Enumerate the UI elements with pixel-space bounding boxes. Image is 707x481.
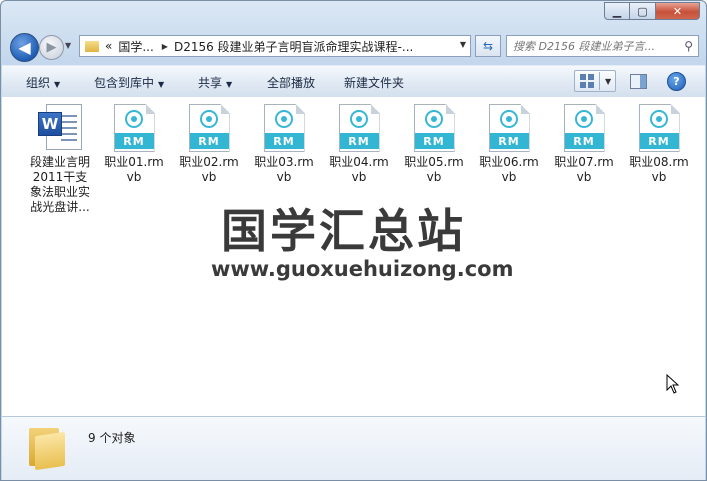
include-in-library-label: 包含到库中 [94,76,155,90]
rmvb-file-icon: RM [263,104,305,152]
view-grid-icon [580,74,594,88]
forward-button[interactable]: ▶ [39,35,64,60]
watermark-url: www.guoxuehuizong.com [211,257,514,281]
file-item[interactable]: RM 职业03.rmvb [252,104,316,185]
rmvb-file-icon: RM [188,104,230,152]
new-folder-button[interactable]: 新建文件夹 [344,74,404,91]
file-list[interactable]: W 段建业言明2011干支象法职业实战光盘讲... RM 职业01.rmvb R… [2,97,705,416]
preview-pane-button[interactable] [630,74,647,89]
file-item[interactable]: RM 职业02.rmvb [177,104,241,185]
file-item[interactable]: RM 职业08.rmvb [627,104,691,185]
word-letter: W [38,112,62,136]
explorer-window: ▁ ▢ ✕ ◀ ▶ ▼ « 国学... ▶ D2156 段建业弟子言明盲派命理实… [0,0,707,481]
word-document-icon: W [38,104,82,152]
file-item[interactable]: RM 职业06.rmvb [477,104,541,185]
chevron-down-icon: ▼ [54,80,61,89]
organize-label: 组织 [26,76,51,90]
rmvb-file-icon: RM [488,104,530,152]
command-bar: 组织 ▼ 包含到库中 ▼ 共享 ▼ 全部播放 新建文件夹 ▼ ? [2,65,705,98]
help-icon: ? [673,75,680,88]
file-name: 职业05.rmvb [404,155,464,184]
include-in-library-menu[interactable]: 包含到库中 ▼ [94,74,164,91]
file-name: 职业02.rmvb [179,155,239,184]
file-item[interactable]: RM 职业01.rmvb [102,104,166,185]
change-view-button[interactable]: ▼ [574,70,616,92]
organize-menu[interactable]: 组织 ▼ [26,74,60,91]
rmvb-file-icon: RM [638,104,680,152]
file-name: 职业07.rmvb [554,155,614,184]
file-name: 职业08.rmvb [629,155,689,184]
share-menu[interactable]: 共享 ▼ [198,74,232,91]
share-label: 共享 [198,76,223,90]
refresh-button[interactable]: ⇆ [475,35,501,57]
file-name: 段建业言明2011干支象法职业实战光盘讲... [29,155,90,214]
rm-badge: RM [564,133,604,149]
arrow-left-icon: ◀ [18,38,31,57]
rm-badge: RM [489,133,529,149]
rmvb-file-icon: RM [563,104,605,152]
rmvb-file-icon: RM [113,104,155,152]
search-box[interactable]: ⚲ [506,35,699,57]
file-item[interactable]: RM 职业05.rmvb [402,104,466,185]
address-bar[interactable]: « 国学... ▶ D2156 段建业弟子言明盲派命理实战课程-... ▼ [79,35,471,57]
rm-badge: RM [414,133,454,149]
chevron-down-icon: ▼ [605,76,612,86]
file-name: 职业03.rmvb [254,155,314,184]
search-icon[interactable]: ⚲ [684,39,693,53]
play-all-button[interactable]: 全部播放 [267,74,315,91]
breadcrumb-separator-icon[interactable]: ▶ [162,42,168,51]
search-input[interactable] [513,39,678,53]
rm-badge: RM [339,133,379,149]
chevron-down-icon: ▼ [65,41,72,50]
recent-pages-dropdown[interactable]: ▼ [65,41,71,50]
details-pane: 9 个对象 [2,416,705,480]
address-dropdown-icon[interactable]: ▼ [460,40,466,49]
file-item[interactable]: RM 职业04.rmvb [327,104,391,185]
breadcrumb-item-parent[interactable]: 国学... [118,38,153,55]
rm-badge: RM [639,133,679,149]
close-button[interactable]: ✕ [656,2,700,20]
mouse-cursor-icon [666,374,680,394]
folder-icon [85,40,99,52]
help-button[interactable]: ? [667,72,686,91]
file-name: 职业04.rmvb [329,155,389,184]
minimize-button[interactable]: ▁ [604,2,630,20]
divider [599,72,600,90]
rm-badge: RM [114,133,154,149]
maximize-button[interactable]: ▢ [630,2,656,20]
refresh-icon: ⇆ [482,39,494,53]
arrow-right-icon: ▶ [46,40,57,55]
watermark-title: 国学汇总站 [221,204,466,258]
breadcrumb-item-current[interactable]: D2156 段建业弟子言明盲派命理实战课程-... [174,38,413,55]
rm-badge: RM [189,133,229,149]
folder-icon [29,426,65,471]
back-button[interactable]: ◀ [10,33,39,62]
caption-buttons: ▁ ▢ ✕ [604,2,700,20]
breadcrumb-overflow[interactable]: « [105,39,112,53]
item-count: 9 个对象 [88,431,136,445]
file-item[interactable]: W 段建业言明2011干支象法职业实战光盘讲... [28,104,92,215]
chevron-down-icon: ▼ [226,80,233,89]
file-item[interactable]: RM 职业07.rmvb [552,104,616,185]
rmvb-file-icon: RM [413,104,455,152]
file-name: 职业06.rmvb [479,155,539,184]
rm-badge: RM [264,133,304,149]
rmvb-file-icon: RM [338,104,380,152]
chevron-down-icon: ▼ [158,80,165,89]
file-name: 职业01.rmvb [104,155,164,184]
